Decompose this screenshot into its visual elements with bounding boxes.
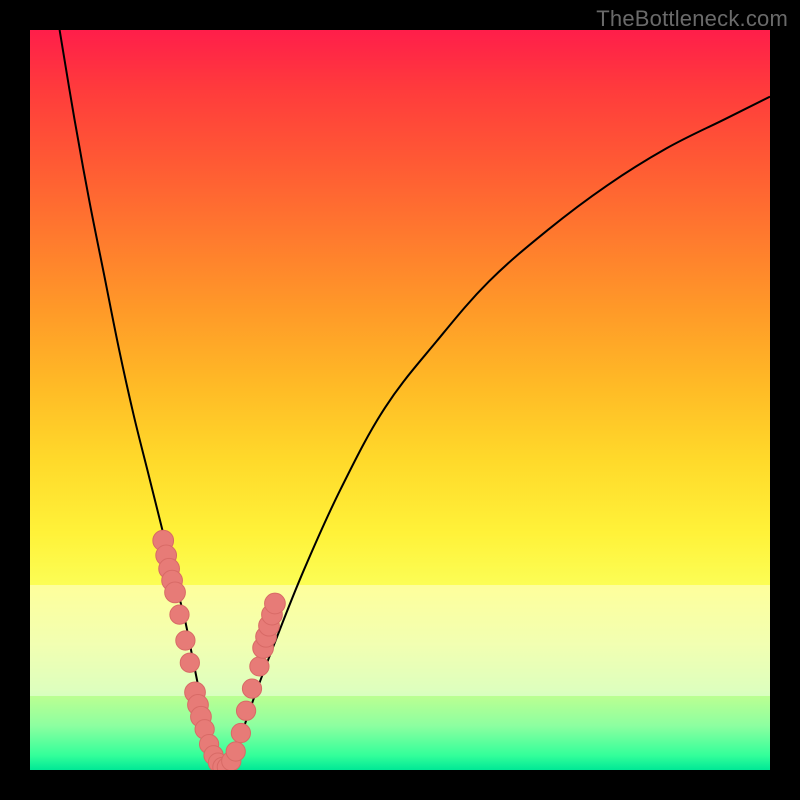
plot-area xyxy=(30,30,770,770)
chart-frame: TheBottleneck.com xyxy=(0,0,800,800)
curve-marker xyxy=(231,723,250,742)
curve-marker xyxy=(165,582,186,603)
watermark-text: TheBottleneck.com xyxy=(596,6,788,32)
curve-marker xyxy=(226,742,245,761)
marker-group xyxy=(153,530,285,770)
curve-marker xyxy=(236,701,255,720)
curve-marker xyxy=(250,657,269,676)
bottleneck-curve-path xyxy=(60,30,770,770)
curve-marker xyxy=(242,679,261,698)
curve-marker xyxy=(180,653,199,672)
curve-layer xyxy=(30,30,770,770)
curve-marker xyxy=(265,593,286,614)
curve-marker xyxy=(170,605,189,624)
curve-marker xyxy=(176,631,195,650)
